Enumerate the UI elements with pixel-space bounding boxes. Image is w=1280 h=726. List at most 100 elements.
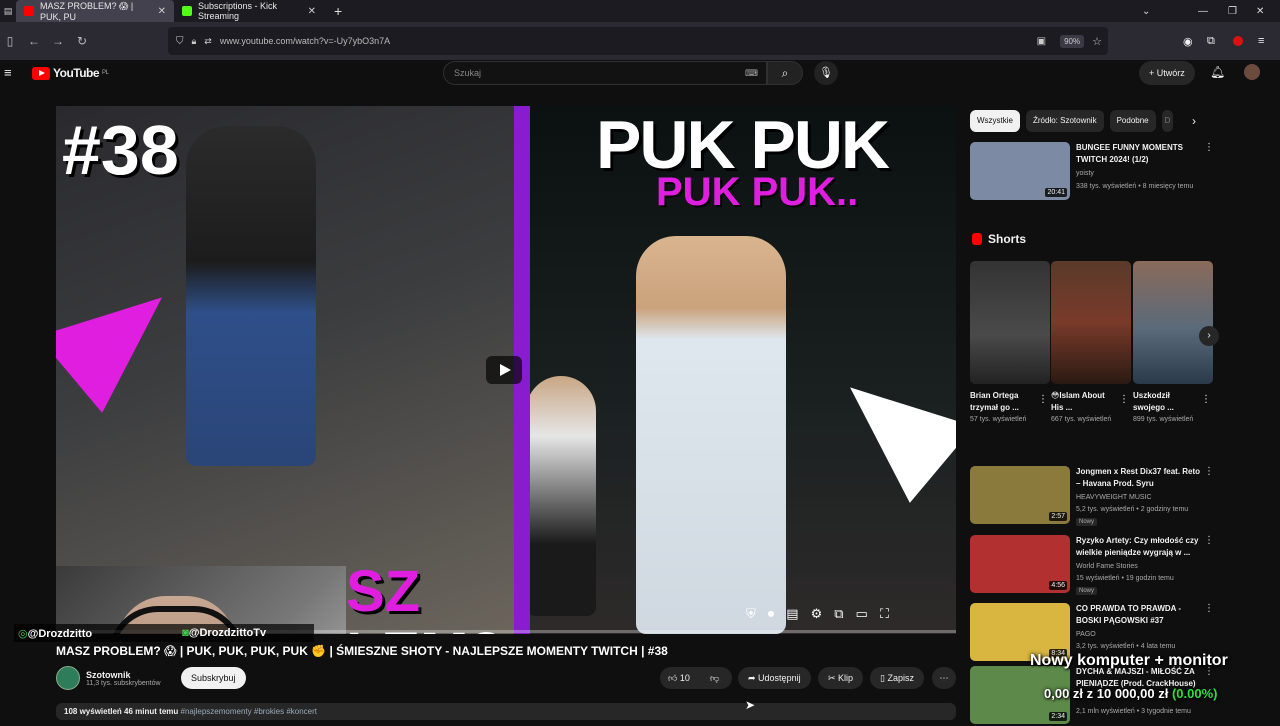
subtitles-icon[interactable]: ▤	[786, 606, 798, 622]
search-button[interactable]: ⌕	[767, 61, 803, 85]
more-options-icon[interactable]: ⋮	[1204, 535, 1214, 546]
share-button[interactable]: ➦ Udostępnij	[738, 667, 811, 689]
tab-kick[interactable]: Subscriptions - Kick Streaming ✕	[174, 0, 324, 22]
hamburger-menu-icon[interactable]: ≡	[4, 65, 12, 80]
tab-dropdown-icon[interactable]: ⌄	[1142, 6, 1150, 17]
recommendation-channel[interactable]: yoisty	[1076, 170, 1094, 177]
extensions-icon[interactable]: ⧉	[1207, 35, 1215, 48]
keyboard-icon[interactable]: ⌨	[745, 68, 758, 79]
description-box[interactable]: 108 wyświetleń 46 minut temu #najlepszem…	[56, 703, 956, 720]
voice-search-button[interactable]: 🎙︎	[814, 61, 838, 85]
chip-all[interactable]: Wszystkie	[970, 110, 1020, 132]
extension-red-icon[interactable]	[1233, 36, 1243, 46]
dislike-button[interactable]: 👎︎	[710, 667, 719, 689]
lock-icon[interactable]: 🔒︎	[192, 36, 197, 47]
short-thumbnail[interactable]	[1133, 261, 1213, 384]
more-options-icon[interactable]: ⋮	[1119, 394, 1129, 405]
recommendation-title[interactable]: Ryzyko Artety: Czy młodość czy wielkie p…	[1076, 535, 1201, 559]
more-actions-button[interactable]: ⋯	[932, 667, 956, 689]
short-thumbnail[interactable]	[1051, 261, 1131, 384]
forward-icon[interactable]: →	[48, 34, 68, 48]
more-options-icon[interactable]: ⋮	[1204, 603, 1214, 614]
avatar[interactable]	[1244, 64, 1260, 80]
recommendation-title[interactable]: Jongmen x Rest Dix37 feat. Reto – Havana…	[1076, 466, 1201, 490]
like-button[interactable]: 👍︎ 10	[668, 667, 690, 689]
more-options-icon[interactable]: ⋮	[1204, 142, 1214, 153]
screenshot-icon[interactable]: ▣	[1037, 36, 1046, 47]
recommendation-title[interactable]: BUNGEE FUNNY MOMENTS TWITCH 2024! (1/2)	[1076, 142, 1201, 166]
tab-youtube[interactable]: MASZ PROBLEM? 😱 | PUK, PU ✕	[16, 0, 174, 22]
tv-icon: ◙	[182, 627, 189, 639]
url-text[interactable]: www.youtube.com/watch?v=-Uy7ybO3n7A	[220, 36, 390, 46]
close-tab-icon[interactable]: ✕	[158, 6, 166, 17]
more-options-icon[interactable]: ⋮	[1201, 394, 1211, 405]
recommendation-title[interactable]: CO PRAWDA TO PRAWDA - BOSKI PĄGOWSKI #37	[1076, 603, 1201, 627]
permissions-icon[interactable]: ⇄	[204, 36, 212, 47]
recommendation-thumbnail[interactable]: 20:41	[970, 142, 1070, 200]
recommendation-channel[interactable]: World Fame Stories	[1076, 563, 1138, 570]
notifications-bell-icon[interactable]: 🔔︎	[1210, 65, 1225, 79]
short-title[interactable]: Uszkodził swojego ...	[1133, 390, 1197, 414]
back-icon[interactable]: ←	[24, 34, 44, 48]
new-tab-icon[interactable]: +	[334, 3, 342, 19]
thumbnail-singer	[636, 236, 786, 634]
short-item[interactable]: Brian Ortega trzymał go ... 57 tys. wyśw…	[970, 261, 1050, 425]
tab-label: Subscriptions - Kick Streaming	[198, 1, 278, 21]
youtube-logo[interactable]: YouTube PL	[32, 66, 109, 80]
minimize-icon[interactable]: —	[1198, 6, 1208, 17]
short-thumbnail[interactable]	[970, 261, 1050, 384]
more-options-icon[interactable]: ⋮	[1204, 466, 1214, 477]
bookmark-star-icon[interactable]: ☆	[1092, 35, 1102, 48]
account-icon[interactable]: ◉	[1183, 35, 1193, 48]
subscribe-button[interactable]: Subskrybuj	[181, 667, 246, 689]
theater-mode-icon[interactable]: ▭	[856, 606, 868, 622]
recommendation-channel[interactable]: HEAVYWEIGHT MUSIC	[1076, 494, 1152, 501]
description-hashtags[interactable]: #najlepszemomenty #brokies #koncert	[181, 707, 318, 716]
short-views: 899 tys. wyświetleń	[1133, 416, 1194, 423]
settings-gear-icon[interactable]: ⚙	[811, 606, 823, 622]
autoplay-switch-icon[interactable]: ⏺	[768, 606, 775, 622]
shield-icon[interactable]: ⛉	[176, 36, 184, 47]
play-button[interactable]	[486, 356, 522, 384]
share-label: Udostępnij	[758, 673, 801, 683]
search-input[interactable]: Szukaj ⌨	[443, 61, 767, 85]
list-item[interactable]: 20:41 BUNGEE FUNNY MOMENTS TWITCH 2024! …	[970, 142, 1215, 202]
chip-more[interactable]: D	[1161, 110, 1174, 132]
list-item[interactable]: 2:57 Jongmen x Rest Dix37 feat. Reto – H…	[970, 466, 1215, 526]
tab-list-icon[interactable]: ▤	[0, 6, 16, 17]
close-window-icon[interactable]: ✕	[1256, 6, 1264, 17]
sidebar-toggle-icon[interactable]: ▯	[0, 34, 20, 48]
autoplay-toggle-icon[interactable]: ⛨	[746, 606, 756, 622]
related-filter-chips: Wszystkie Źródło: Szotownik Podobne D	[970, 110, 1174, 132]
recommendation-thumbnail[interactable]: 4:56	[970, 535, 1070, 593]
chip-source[interactable]: Źródło: Szotownik	[1026, 110, 1104, 132]
close-tab-icon[interactable]: ✕	[308, 6, 316, 17]
chip-similar[interactable]: Podobne	[1109, 110, 1156, 132]
maximize-icon[interactable]: ❐	[1228, 6, 1237, 17]
short-title[interactable]: Brian Ortega trzymał go ...	[970, 390, 1034, 414]
video-player[interactable]: #38 PUK PUK PUK PUK.. SZLEM? ⛨ ⏺ ▤ ⚙ ⧉ ▭…	[56, 106, 956, 634]
list-item[interactable]: 4:56 Ryzyko Artety: Czy młodość czy wiel…	[970, 535, 1215, 595]
more-options-icon[interactable]: ⋮	[1038, 394, 1048, 405]
donation-goal-title: Nowy komputer + monitor	[1030, 652, 1228, 669]
recommendation-channel[interactable]: PAGO	[1076, 631, 1096, 638]
shorts-next-button[interactable]: ›	[1199, 326, 1219, 346]
create-button[interactable]: + Utwórz	[1139, 61, 1195, 85]
zoom-level[interactable]: 90%	[1060, 34, 1085, 48]
short-title[interactable]: 😳Islam About His ...	[1051, 390, 1115, 414]
clip-label: Klip	[838, 673, 854, 683]
clip-button[interactable]: ✂ Klip	[818, 667, 864, 689]
browser-nav-bar: ▯ ← → ↻ ⛉ 🔒︎ ⇄ www.youtube.com/watch?v=-…	[0, 22, 1280, 60]
channel-name[interactable]: Szotownik	[86, 670, 161, 680]
short-item[interactable]: 😳Islam About His ... 667 tys. wyświetleń…	[1051, 261, 1131, 425]
fullscreen-icon[interactable]: ⛶	[880, 606, 889, 622]
reload-icon[interactable]: ↻	[72, 34, 92, 48]
menu-icon[interactable]: ≡	[1258, 35, 1264, 47]
address-bar[interactable]: ⛉ 🔒︎ ⇄ www.youtube.com/watch?v=-Uy7ybO3n…	[168, 27, 1108, 55]
chevron-right-icon[interactable]: ›	[1192, 114, 1196, 128]
youtube-header: ≡ YouTube PL Szukaj ⌨ ⌕ 🎙︎ + Utwórz 🔔︎	[0, 60, 1280, 88]
channel-avatar[interactable]	[56, 666, 80, 690]
recommendation-thumbnail[interactable]: 2:57	[970, 466, 1070, 524]
miniplayer-icon[interactable]: ⧉	[834, 606, 843, 622]
save-button[interactable]: ▯ Zapisz	[870, 667, 924, 689]
